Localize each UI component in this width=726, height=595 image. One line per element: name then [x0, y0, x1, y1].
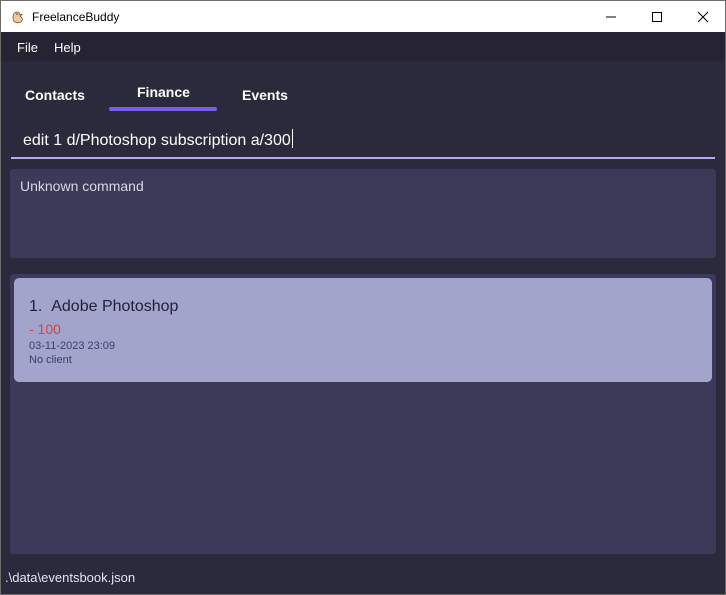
- duck-icon: [10, 9, 26, 25]
- finance-item-index: 1.: [29, 298, 43, 315]
- menu-bar: File Help: [0, 32, 726, 61]
- minimize-icon: [606, 16, 616, 18]
- menu-file[interactable]: File: [17, 40, 38, 55]
- tab-events[interactable]: Events: [242, 87, 288, 103]
- tab-contacts[interactable]: Contacts: [25, 87, 85, 103]
- finance-item-description: Adobe Photoshop: [51, 298, 179, 315]
- menu-help[interactable]: Help: [54, 40, 81, 55]
- maximize-icon: [652, 12, 662, 22]
- status-file-path: .\data\eventsbook.json: [5, 570, 136, 585]
- title-bar: FreelanceBuddy: [0, 0, 726, 32]
- finance-item-amount: - 100: [29, 321, 61, 337]
- text-caret: [291, 129, 293, 148]
- close-button[interactable]: [680, 1, 726, 33]
- close-icon: [697, 11, 709, 23]
- maximize-button[interactable]: [634, 1, 680, 33]
- minimize-button[interactable]: [588, 1, 634, 33]
- result-display: Unknown command: [10, 169, 716, 258]
- finance-item-title: 1. Adobe Photoshop: [29, 298, 178, 316]
- tab-finance[interactable]: Finance: [137, 84, 190, 100]
- result-message: Unknown command: [20, 178, 144, 194]
- finance-list[interactable]: 1. Adobe Photoshop - 100 03-11-2023 23:0…: [10, 274, 716, 554]
- active-tab-indicator: [109, 107, 217, 111]
- finance-item-client: No client: [29, 354, 72, 366]
- finance-item-timestamp: 03-11-2023 23:09: [29, 340, 116, 352]
- window-title: FreelanceBuddy: [32, 10, 120, 24]
- command-input-value: edit 1 d/Photoshop subscription a/300: [23, 129, 293, 150]
- list-item[interactable]: 1. Adobe Photoshop - 100 03-11-2023 23:0…: [14, 278, 712, 382]
- main-panel: Contacts Finance Events edit 1 d/Photosh…: [0, 61, 726, 595]
- command-input[interactable]: edit 1 d/Photoshop subscription a/300: [11, 121, 715, 159]
